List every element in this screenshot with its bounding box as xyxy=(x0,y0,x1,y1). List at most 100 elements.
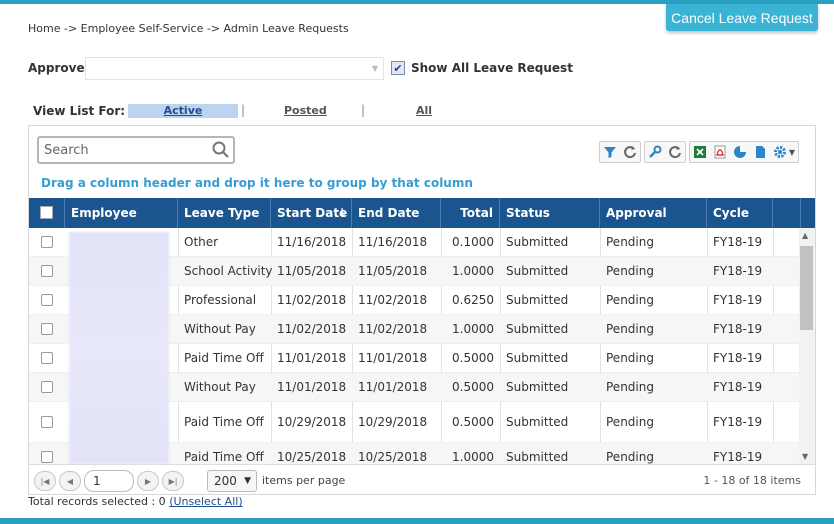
cell-leave-type: Without Pay xyxy=(184,322,256,336)
pdf-icon[interactable] xyxy=(710,142,730,162)
cell-start-date: 11/01/2018 xyxy=(277,351,347,365)
cell-end-date: 11/01/2018 xyxy=(358,351,428,365)
scroll-down-icon[interactable]: ▼ xyxy=(802,452,808,461)
page-number-input[interactable]: 1 xyxy=(84,470,134,492)
cell-status-description: Submitted xyxy=(506,351,569,365)
first-page-icon[interactable]: |◀ xyxy=(34,471,56,491)
scrollbar-thumb[interactable] xyxy=(800,246,813,330)
items-per-page-label: items per page xyxy=(262,474,346,487)
column-header-end-date[interactable]: End Date xyxy=(352,198,441,228)
row-select-cell xyxy=(29,257,65,285)
cell-end-date: 11/02/2018 xyxy=(358,293,428,307)
cell-approval-status: Pending xyxy=(606,415,654,429)
cell-cycle: FY18-19 xyxy=(713,351,763,365)
cell-total: 0.5000 xyxy=(452,415,494,429)
column-header-employee[interactable]: Employee xyxy=(65,198,178,228)
cell-cycle: FY18-19 xyxy=(713,450,763,464)
row-checkbox[interactable] xyxy=(41,352,53,364)
unselect-all-link[interactable]: (Unselect All) xyxy=(169,495,242,508)
last-page-icon[interactable]: ▶| xyxy=(162,471,184,491)
cell-approval-status: Pending xyxy=(606,322,654,336)
pager: |◀ ◀ 1 ▶ ▶| 200 ▼ items per page 1 - 18 … xyxy=(29,464,815,494)
wrench-icon[interactable] xyxy=(645,142,665,162)
cell-status-description: Submitted xyxy=(506,293,569,307)
view-active-link[interactable]: Active xyxy=(128,104,238,118)
row-checkbox[interactable] xyxy=(41,265,53,277)
view-posted-link[interactable]: Posted xyxy=(284,104,327,117)
cell-leave-type: School Activity xyxy=(184,264,273,278)
prev-page-icon[interactable]: ◀ xyxy=(59,471,81,491)
cell-start-date: 11/01/2018 xyxy=(277,380,347,394)
row-checkbox[interactable] xyxy=(41,236,53,248)
cell-cycle: FY18-19 xyxy=(713,380,763,394)
cell-total: 1.0000 xyxy=(452,450,494,464)
excel-icon[interactable] xyxy=(690,142,710,162)
approver-dropdown[interactable]: ▼ xyxy=(85,57,384,80)
refresh-icon[interactable] xyxy=(620,142,640,162)
row-checkbox[interactable] xyxy=(41,381,53,393)
search-icon[interactable] xyxy=(211,140,231,160)
row-select-cell xyxy=(29,286,65,314)
cell-total: 0.6250 xyxy=(452,293,494,307)
cell-leave-type: Paid Time Off xyxy=(184,450,264,464)
column-header-start-date[interactable]: Start Date ↓ xyxy=(271,198,352,228)
cell-end-date: 11/16/2018 xyxy=(358,235,428,249)
leave-requests-grid: ▼ Drag a column header and drop it here … xyxy=(28,125,816,495)
refresh-icon[interactable] xyxy=(665,142,685,162)
cell-approval-status: Pending xyxy=(606,235,654,249)
chevron-down-icon: ▼ xyxy=(788,147,796,157)
cell-start-date: 10/29/2018 xyxy=(277,415,347,429)
cell-cycle: FY18-19 xyxy=(713,235,763,249)
chart-icon[interactable] xyxy=(730,142,750,162)
cell-approval-status: Pending xyxy=(606,450,654,464)
cell-total: 0.1000 xyxy=(452,235,494,249)
row-checkbox[interactable] xyxy=(41,294,53,306)
select-all-checkbox[interactable] xyxy=(40,206,53,219)
search-box[interactable] xyxy=(37,136,235,164)
row-select-cell xyxy=(29,402,65,442)
next-page-icon[interactable]: ▶ xyxy=(137,471,159,491)
gear-icon[interactable]: ▼ xyxy=(770,142,798,162)
sort-descending-icon: ↓ xyxy=(336,206,347,220)
column-header-approval-status[interactable]: Approval Status xyxy=(600,198,707,250)
column-header-status-description[interactable]: Status Descri... xyxy=(500,198,600,250)
row-checkbox[interactable] xyxy=(41,323,53,335)
cell-cycle: FY18-19 xyxy=(713,264,763,278)
cell-status-description: Submitted xyxy=(506,415,569,429)
search-input[interactable] xyxy=(39,138,209,162)
show-all-checkbox[interactable]: ✔ xyxy=(391,61,405,75)
cell-leave-type: Paid Time Off xyxy=(184,351,264,365)
document-icon[interactable] xyxy=(750,142,770,162)
pager-range: 1 - 18 of 18 items xyxy=(703,474,801,487)
show-all-label: Show All Leave Request xyxy=(411,61,573,75)
view-all-link[interactable]: All xyxy=(416,104,432,117)
cell-leave-type: Other xyxy=(184,235,219,249)
cell-start-date: 11/05/2018 xyxy=(277,264,347,278)
page-size-dropdown[interactable]: 200 ▼ xyxy=(207,470,257,492)
cell-total: 0.5000 xyxy=(452,351,494,365)
view-list-label: View List For: xyxy=(33,104,126,118)
filter-group xyxy=(599,141,641,163)
export-group: ▼ xyxy=(689,141,799,163)
column-header-cycle[interactable]: Cycle xyxy=(707,198,773,228)
chevron-down-icon: ▼ xyxy=(244,476,251,486)
cell-end-date: 11/01/2018 xyxy=(358,380,428,394)
row-checkbox[interactable] xyxy=(41,416,53,428)
cell-leave-type: Without Pay xyxy=(184,380,256,394)
cell-end-date: 10/29/2018 xyxy=(358,415,428,429)
scroll-up-icon[interactable]: ▲ xyxy=(802,231,808,240)
cell-leave-type: Professional xyxy=(184,293,257,307)
bottom-accent-bar xyxy=(0,518,834,524)
filter-icon[interactable] xyxy=(600,142,620,162)
row-select-cell xyxy=(29,315,65,343)
separator: | xyxy=(361,103,366,117)
cell-cycle: FY18-19 xyxy=(713,415,763,429)
total-records-text: Total records selected : 0 xyxy=(28,495,170,508)
breadcrumb: Home -> Employee Self-Service -> Admin L… xyxy=(28,22,349,35)
column-header-total[interactable]: Total xyxy=(441,198,500,228)
column-header-leave-type[interactable]: Leave Type xyxy=(178,198,271,228)
cancel-leave-request-button[interactable]: Cancel Leave Request xyxy=(666,4,818,31)
row-checkbox[interactable] xyxy=(41,451,53,463)
cell-status-description: Submitted xyxy=(506,235,569,249)
vertical-scrollbar[interactable]: ▲ ▼ xyxy=(799,228,815,464)
